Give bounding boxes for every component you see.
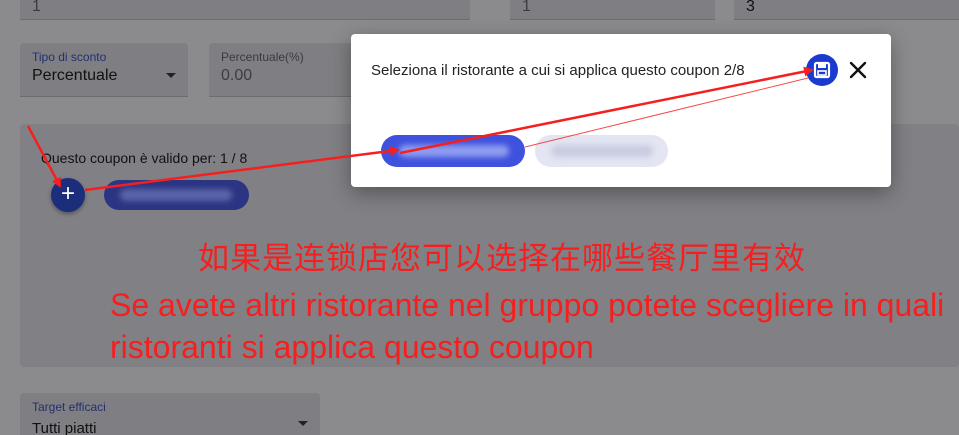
restaurant-chip[interactable] bbox=[104, 180, 249, 210]
annotation-italian: Se avete altri ristorante nel gruppo pot… bbox=[110, 287, 945, 365]
target-value: Tutti piatti bbox=[32, 420, 97, 435]
top-field-2[interactable]: 1 bbox=[510, 0, 715, 20]
chevron-down-icon bbox=[298, 421, 308, 426]
restaurant-chip-selected[interactable] bbox=[381, 135, 525, 167]
discount-type-select[interactable]: Tipo di sconto Percentuale bbox=[20, 43, 188, 97]
target-label: Target efficaci bbox=[32, 400, 106, 414]
valid-for-text: Questo coupon è valido per: 1 / 8 bbox=[41, 150, 248, 166]
top-field-3-value: 3 bbox=[746, 0, 755, 15]
percentage-label: Percentuale(%) bbox=[221, 50, 304, 64]
close-icon bbox=[849, 61, 867, 79]
top-field-1[interactable]: 1 bbox=[20, 0, 470, 20]
plus-icon: + bbox=[60, 180, 75, 207]
chevron-down-icon bbox=[166, 73, 176, 78]
add-restaurant-button[interactable]: + bbox=[51, 178, 85, 212]
save-icon bbox=[813, 61, 831, 79]
dialog-title: Seleziona il ristorante a cui si applica… bbox=[371, 62, 745, 79]
target-select[interactable]: Target efficaci Tutti piatti bbox=[20, 393, 320, 435]
blurred-chip-label bbox=[399, 145, 509, 157]
restaurant-select-dialog: Seleziona il ristorante a cui si applica… bbox=[351, 34, 891, 187]
save-button[interactable] bbox=[806, 54, 838, 86]
blurred-chip-label bbox=[551, 145, 653, 157]
percentage-value: 0.00 bbox=[221, 67, 253, 84]
top-field-1-value: 1 bbox=[32, 0, 41, 15]
top-field-2-value: 1 bbox=[522, 0, 531, 15]
percentage-field[interactable]: Percentuale(%) 0.00 bbox=[209, 43, 359, 97]
restaurant-chip-unselected[interactable] bbox=[535, 135, 668, 167]
discount-type-value: Percentuale bbox=[32, 67, 118, 84]
close-button[interactable] bbox=[847, 59, 869, 81]
annotation-chinese: 如果是连锁店您可以选择在哪些餐厅里有效 bbox=[198, 241, 806, 277]
discount-type-label: Tipo di sconto bbox=[32, 50, 107, 64]
top-field-3[interactable]: 3 bbox=[734, 0, 959, 20]
blurred-chip-label bbox=[120, 189, 232, 201]
